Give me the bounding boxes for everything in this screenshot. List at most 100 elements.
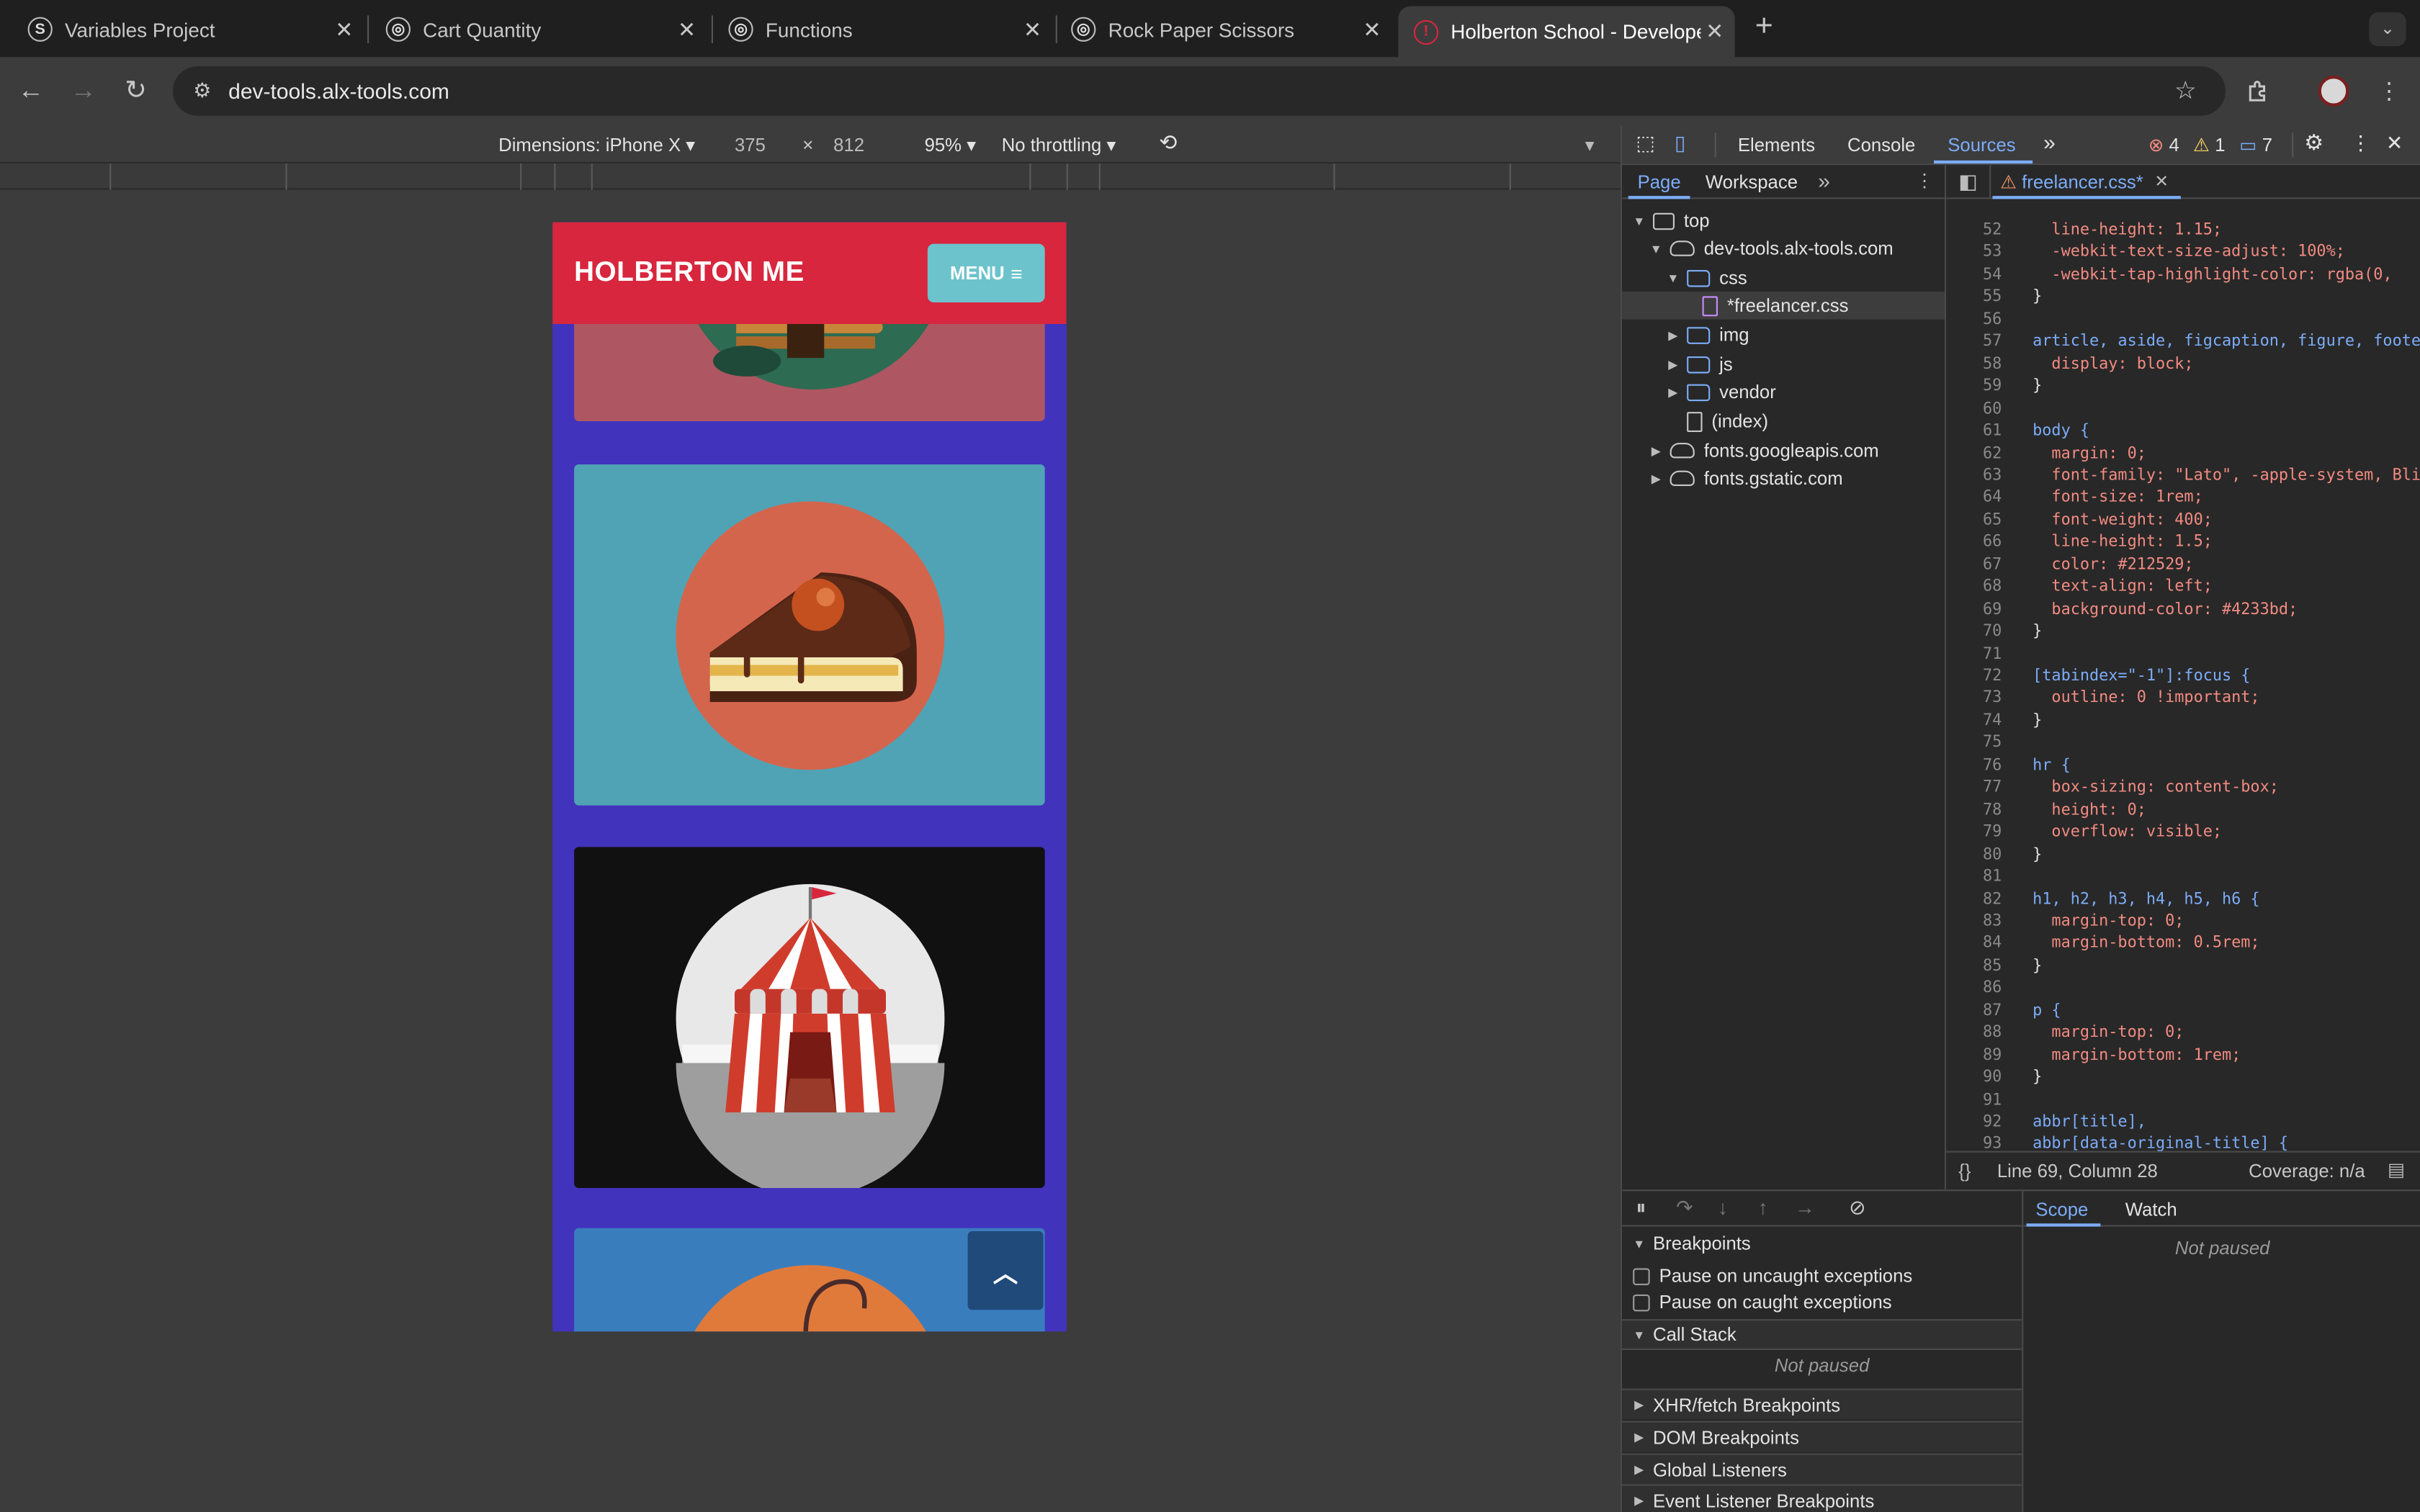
tab-holberton-school[interactable]: ! Holberton School - Developer ✕ [1398,6,1735,58]
tab-rock-paper-scissors[interactable]: ◎ Rock Paper Scissors ✕ [1056,6,1392,53]
line-number[interactable]: 66 [1946,533,2002,555]
bookmark-star-icon[interactable]: ☆ [2165,71,2205,112]
code-line[interactable]: box-sizing: content-box; [2033,778,2278,801]
tree-item-freelancer-css[interactable]: *freelancer.css [1622,292,1945,320]
more-tabs-chevron-icon[interactable]: » [2043,130,2056,154]
line-number[interactable]: 81 [1946,867,2002,889]
line-number[interactable]: 53 [1946,243,2002,265]
checkbox[interactable] [1633,1267,1650,1284]
line-number[interactable]: 59 [1946,377,2002,399]
line-number[interactable]: 54 [1946,265,2002,287]
scroll-to-top-button[interactable]: ︿ [967,1231,1044,1310]
height-input[interactable]: 812 [833,134,864,156]
code-line[interactable]: body { [2033,421,2089,444]
line-number[interactable]: 57 [1946,332,2002,354]
code-line[interactable]: } [2033,287,2042,310]
dom-breakpoints-section[interactable]: ▶ DOM Breakpoints [1622,1421,2022,1452]
code-line[interactable]: color: #212529; [2033,555,2193,577]
dimensions-select[interactable]: Dimensions: iPhone X ▾ [498,134,695,156]
line-number[interactable]: 82 [1946,889,2002,912]
close-tab-icon[interactable]: ✕ [1700,19,1729,45]
checkbox[interactable] [1633,1293,1650,1311]
code-line[interactable]: } [2033,956,2042,978]
line-number[interactable]: 72 [1946,667,2002,689]
nav-tab-workspace[interactable]: Workspace [1706,171,1798,193]
code-line[interactable]: margin-bottom: 0.5rem; [2033,934,2259,956]
tree-item-img[interactable]: ▶ img [1665,321,1749,349]
code-line[interactable]: -webkit-text-size-adjust: 100%; [2033,243,2344,265]
breakpoints-section[interactable]: ▼ Breakpoints [1622,1228,2022,1259]
code-line[interactable]: } [2033,711,2042,734]
tab-sources[interactable]: Sources [1948,134,2015,156]
tree-item-index[interactable]: (index) [1681,408,1768,436]
deactivate-breakpoints-icon[interactable]: ⊘ [1849,1196,1865,1220]
line-number[interactable]: 78 [1946,800,2002,822]
profile-avatar[interactable] [2318,76,2349,107]
reload-icon[interactable]: ↻ [116,71,156,112]
code-line[interactable]: text-align: left; [2033,577,2212,600]
tree-item-googleapis[interactable]: ▶ fonts.googleapis.com [1649,436,1879,464]
code-line[interactable]: abbr[title], [2033,1112,2146,1135]
line-number[interactable]: 76 [1946,756,2002,778]
code-line[interactable]: outline: 0 !important; [2033,689,2259,711]
code-line[interactable]: line-height: 1.5; [2033,533,2212,555]
code-line[interactable]: margin-bottom: 1rem; [2033,1045,2241,1068]
call-stack-section[interactable]: ▼ Call Stack [1622,1319,2022,1350]
line-number[interactable]: 65 [1946,510,2002,533]
portfolio-item-cake[interactable] [574,464,1045,806]
code-line[interactable]: article, aside, figcaption, figure, foot… [2033,332,2420,354]
line-number[interactable]: 74 [1946,711,2002,734]
code-line[interactable]: } [2033,622,2042,644]
kebab-menu-icon[interactable]: ⋮ [2369,71,2409,112]
code-line[interactable]: height: 0; [2033,800,2146,822]
code-line[interactable]: [tabindex="-1"]:focus { [2033,667,2250,689]
tree-item-gstatic[interactable]: ▶ fonts.gstatic.com [1649,464,1843,492]
tab-scope[interactable]: Scope [2035,1199,2088,1220]
tab-cart-quantity[interactable]: ◎ Cart Quantity ✕ [370,6,707,53]
line-number[interactable]: 87 [1946,1001,2002,1023]
line-number[interactable]: 80 [1946,845,2002,867]
close-tab-icon[interactable]: ✕ [331,17,359,42]
code-line[interactable]: margin-top: 0; [2033,1023,2184,1045]
code-line[interactable]: display: block; [2033,354,2193,377]
device-options-chevron-icon[interactable]: ▾ [1585,134,1595,156]
nav-menu-icon[interactable]: ⋮ [1915,170,1934,192]
line-number[interactable]: 85 [1946,956,2002,978]
tree-item-dev-tools[interactable]: ▼ dev-tools.alx-tools.com [1649,235,1894,263]
step-over-icon[interactable]: ↷ [1676,1196,1693,1220]
line-number[interactable]: 62 [1946,444,2002,466]
close-tab-icon[interactable]: ✕ [673,17,701,42]
inspect-element-icon[interactable]: ⬚ [1636,131,1654,156]
width-input[interactable]: 375 [735,134,766,156]
more-nav-tabs-chevron-icon[interactable]: » [1818,168,1830,193]
code-line[interactable]: h1, h2, h3, h4, h5, h6 { [2033,889,2259,912]
tab-search-chevron-icon[interactable]: ⌄ [2369,12,2406,47]
line-number[interactable]: 69 [1946,600,2002,622]
line-number[interactable]: 71 [1946,644,2002,667]
line-number[interactable]: 88 [1946,1023,2002,1045]
close-file-icon[interactable]: ✕ [2154,171,2169,192]
tree-item-js[interactable]: ▶ js [1665,350,1732,378]
code-line[interactable]: font-weight: 400; [2033,510,2212,533]
messages-badge[interactable]: ▭ 7 [2239,134,2272,156]
tab-elements[interactable]: Elements [1738,134,1815,156]
zoom-select[interactable]: 95% ▾ [925,134,977,156]
pause-icon[interactable]: ⏸ [1636,1196,1646,1220]
code-line[interactable]: } [2033,845,2042,867]
line-number[interactable]: 61 [1946,421,2002,444]
kebab-menu-icon[interactable]: ⋮ [2351,131,2371,156]
global-listeners-section[interactable]: ▶ Global Listeners [1622,1453,2022,1485]
line-number[interactable]: 52 [1946,220,2002,243]
line-number[interactable]: 63 [1946,466,2002,488]
line-number[interactable]: 77 [1946,778,2002,801]
portfolio-item-circus[interactable] [574,847,1045,1188]
editor-tab-freelancer[interactable]: freelancer.css* [2022,171,2143,193]
code-line[interactable]: abbr[data-original-title] { [2033,1135,2288,1151]
line-number[interactable]: 64 [1946,488,2002,510]
device-toggle-icon[interactable]: ▯ [1675,131,1685,156]
settings-gear-icon[interactable]: ⚙ [2304,130,2323,156]
code-area[interactable]: 52 line-height: 1.15; 53 -webkit-text-siz… [1946,199,2420,1151]
line-number[interactable]: 58 [1946,354,2002,377]
tab-watch[interactable]: Watch [2125,1199,2177,1220]
menu-button[interactable]: MENU ≡ [927,243,1045,302]
